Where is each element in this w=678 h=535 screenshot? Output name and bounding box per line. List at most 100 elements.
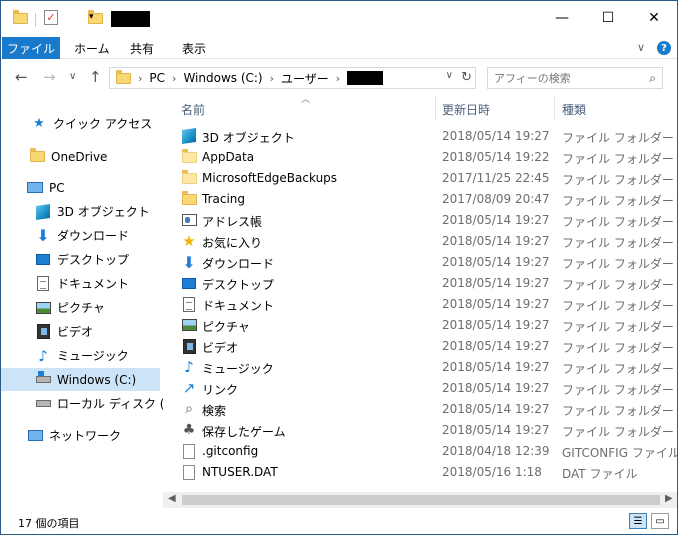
desktop-icon bbox=[181, 275, 197, 291]
sort-ascending-icon: ︿ bbox=[301, 95, 311, 105]
chevron-right-icon[interactable]: › bbox=[172, 72, 176, 85]
nav-music[interactable]: ♪ ミュージック bbox=[1, 344, 161, 367]
breadcrumb-drive[interactable]: Windows (C:) bbox=[183, 71, 262, 85]
explorer-window: ✓ ▾ — ☐ ✕ ファイル ホーム 共有 表示 ∨ ? ← → ∨ ↑ › P… bbox=[0, 0, 678, 535]
file-row[interactable]: ↗ リンク 2018/05/14 19:27 ファイル フォルダー bbox=[179, 378, 674, 399]
file-name: デスクトップ bbox=[202, 278, 275, 292]
horizontal-scrollbar[interactable]: ◀ ▶ bbox=[163, 492, 677, 508]
file-name: MicrosoftEdgeBackups bbox=[202, 171, 338, 185]
file-row[interactable]: ★ お気に入り 2018/05/14 19:27 ファイル フォルダー bbox=[179, 231, 674, 252]
file-type: ファイル フォルダー bbox=[562, 173, 674, 187]
file-date: 2018/05/16 1:18 bbox=[442, 465, 542, 479]
search-box[interactable]: ⌕ bbox=[487, 67, 663, 89]
customize-quick-access-icon[interactable]: ▾ bbox=[89, 12, 94, 22]
column-name[interactable]: 名前 bbox=[181, 101, 205, 118]
chevron-right-icon[interactable]: › bbox=[138, 72, 142, 85]
expand-ribbon-icon[interactable]: ∨ bbox=[637, 41, 645, 54]
scrollbar-thumb[interactable] bbox=[182, 495, 660, 505]
back-button[interactable]: ← bbox=[15, 68, 28, 86]
file-type: ファイル フォルダー bbox=[562, 131, 674, 145]
music-icon: ♪ bbox=[38, 346, 48, 365]
file-type: ファイル フォルダー bbox=[562, 320, 674, 334]
file-row[interactable]: ドキュメント 2018/05/14 19:27 ファイル フォルダー bbox=[179, 294, 674, 315]
file-row[interactable]: AppData 2018/05/14 19:22 ファイル フォルダー bbox=[179, 147, 674, 168]
file-row[interactable]: ♣ 保存したゲーム 2018/05/14 19:27 ファイル フォルダー bbox=[179, 420, 674, 441]
properties-icon[interactable]: ✓ bbox=[44, 10, 58, 25]
column-date[interactable]: 更新日時 bbox=[442, 101, 490, 118]
scroll-right-icon[interactable]: ▶ bbox=[665, 493, 673, 504]
recent-locations-button[interactable]: ∨ bbox=[69, 71, 76, 82]
file-date: 2018/05/14 19:27 bbox=[442, 360, 550, 374]
nav-label: 3D オブジェクト bbox=[57, 205, 150, 219]
file-date: 2018/05/14 19:27 bbox=[442, 402, 550, 416]
nav-onedrive[interactable]: OneDrive bbox=[1, 145, 161, 168]
nav-downloads[interactable]: ⬇ ダウンロード bbox=[1, 224, 161, 247]
file-type: ファイル フォルダー bbox=[562, 278, 674, 292]
help-icon[interactable]: ? bbox=[657, 41, 671, 55]
nav-desktop[interactable]: デスクトップ bbox=[1, 248, 161, 271]
file-row[interactable]: デスクトップ 2018/05/14 19:27 ファイル フォルダー bbox=[179, 273, 674, 294]
file-row[interactable]: ♪ ミュージック 2018/05/14 19:27 ファイル フォルダー bbox=[179, 357, 674, 378]
nav-pictures[interactable]: ピクチャ bbox=[1, 296, 161, 319]
search-icon: ⌕ bbox=[185, 401, 193, 417]
folder-icon bbox=[181, 190, 197, 207]
nav-3d-objects[interactable]: 3D オブジェクト bbox=[1, 200, 161, 223]
tab-share[interactable]: 共有 bbox=[130, 37, 154, 59]
file-row[interactable]: ピクチャ 2018/05/14 19:27 ファイル フォルダー bbox=[179, 315, 674, 336]
up-button[interactable]: ↑ bbox=[89, 68, 102, 86]
nav-documents[interactable]: ドキュメント bbox=[1, 272, 161, 295]
column-divider[interactable] bbox=[554, 96, 555, 120]
breadcrumb-pc[interactable]: PC bbox=[149, 71, 165, 85]
magnifier-icon[interactable]: ⌕ bbox=[649, 71, 656, 86]
nav-quick-access[interactable]: ★ クイック アクセス bbox=[1, 112, 161, 135]
breadcrumb-redacted[interactable] bbox=[347, 71, 384, 85]
file-name: 3D オブジェクト bbox=[202, 131, 295, 145]
star-icon: ★ bbox=[33, 116, 45, 131]
file-type: ファイル フォルダー bbox=[562, 341, 674, 355]
nav-videos[interactable]: ビデオ bbox=[1, 320, 161, 343]
file-row[interactable]: .gitconfig 2018/04/18 12:39 GITCONFIG ファ… bbox=[179, 441, 677, 462]
tab-view[interactable]: 表示 bbox=[182, 37, 206, 59]
folder-icon bbox=[29, 148, 45, 165]
scroll-left-icon[interactable]: ◀ bbox=[168, 493, 176, 504]
file-name: 検索 bbox=[202, 404, 227, 418]
file-row[interactable]: ビデオ 2018/05/14 19:27 ファイル フォルダー bbox=[179, 336, 674, 357]
address-dropdown-icon[interactable]: ∨ bbox=[446, 70, 453, 81]
large-icons-view-icon[interactable]: ▭ bbox=[651, 513, 669, 529]
column-divider[interactable] bbox=[435, 96, 436, 120]
details-view-icon[interactable]: ☰ bbox=[629, 513, 647, 529]
forward-button[interactable]: → bbox=[43, 68, 56, 86]
file-date: 2018/05/14 19:27 bbox=[442, 255, 550, 269]
file-name: Tracing bbox=[202, 192, 246, 206]
nav-pc[interactable]: PC bbox=[1, 176, 161, 199]
nav-label: ピクチャ bbox=[57, 301, 105, 315]
file-date: 2018/05/14 19:27 bbox=[442, 381, 550, 395]
nav-local-disk-d[interactable]: ローカル ディスク (D:) bbox=[1, 392, 182, 415]
nav-label: ドキュメント bbox=[57, 277, 130, 291]
file-icon bbox=[181, 464, 197, 480]
file-row[interactable]: ⬇ ダウンロード 2018/05/14 19:27 ファイル フォルダー bbox=[179, 252, 674, 273]
nav-network[interactable]: ネットワーク bbox=[1, 424, 161, 447]
file-date: 2017/11/25 22:45 bbox=[442, 171, 550, 185]
file-row[interactable]: 3D オブジェクト 2018/05/14 19:27 ファイル フォルダー bbox=[179, 126, 674, 147]
breadcrumb-users[interactable]: ユーザー bbox=[281, 70, 329, 87]
chevron-right-icon[interactable]: › bbox=[270, 72, 274, 85]
file-row[interactable]: Tracing 2017/08/09 20:47 ファイル フォルダー bbox=[179, 189, 674, 210]
chevron-right-icon[interactable]: › bbox=[336, 72, 340, 85]
tab-home[interactable]: ホーム bbox=[74, 37, 110, 59]
tab-file[interactable]: ファイル bbox=[2, 37, 60, 59]
file-row[interactable]: アドレス帳 2018/05/14 19:27 ファイル フォルダー bbox=[179, 210, 674, 231]
file-row[interactable]: MicrosoftEdgeBackups 2017/11/25 22:45 ファ… bbox=[179, 168, 674, 189]
address-bar[interactable]: › PC › Windows (C:) › ユーザー › ∨ ↻ bbox=[109, 67, 476, 89]
document-icon bbox=[181, 296, 197, 312]
close-button[interactable]: ✕ bbox=[631, 1, 677, 35]
file-row[interactable]: NTUSER.DAT 2018/05/16 1:18 DAT ファイル bbox=[179, 462, 669, 483]
folder-icon bbox=[181, 169, 197, 186]
nav-windows-drive[interactable]: Windows (C:) bbox=[1, 368, 160, 391]
refresh-icon[interactable]: ↻ bbox=[461, 70, 472, 85]
search-input[interactable] bbox=[494, 71, 644, 85]
column-type[interactable]: 種類 bbox=[562, 101, 586, 118]
minimize-button[interactable]: — bbox=[539, 1, 585, 35]
maximize-button[interactable]: ☐ bbox=[585, 1, 631, 35]
file-row[interactable]: ⌕ 検索 2018/05/14 19:27 ファイル フォルダー bbox=[179, 399, 674, 420]
